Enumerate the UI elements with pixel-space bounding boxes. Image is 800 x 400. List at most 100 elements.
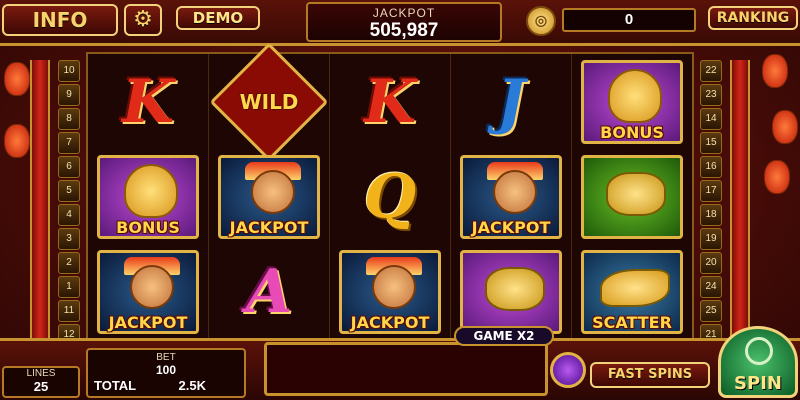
fast-spins-toggle[interactable] bbox=[550, 352, 586, 388]
payline-number: 22 bbox=[700, 60, 722, 82]
lantern-decoration bbox=[762, 54, 788, 88]
bet-value: 100 bbox=[155, 363, 177, 377]
reel-cell: JACKPOT bbox=[209, 149, 329, 244]
reel-cell: SCATTER bbox=[572, 245, 692, 340]
symbol-letter: A bbox=[245, 257, 293, 328]
win-message-box bbox=[264, 342, 548, 396]
payline-number: 23 bbox=[700, 84, 722, 106]
lantern-decoration bbox=[772, 110, 798, 144]
reel-column: K BONUS JACKPOT bbox=[88, 54, 209, 340]
payline-number: 8 bbox=[58, 108, 80, 130]
top-bar: INFO ⚙ DEMO JACKPOT 505,987 ◎ 0 RANKING bbox=[0, 0, 800, 46]
jackpot-display: JACKPOT 505,987 bbox=[306, 2, 502, 42]
reel-cell: Q bbox=[330, 149, 450, 244]
reel-cell: WILD bbox=[209, 42, 329, 162]
reel-cell: BONUS bbox=[88, 149, 208, 244]
reel-cell: K bbox=[88, 54, 208, 149]
symbol-wild: WILD bbox=[209, 42, 329, 162]
symbol-k: K bbox=[338, 60, 442, 144]
payline-number: 9 bbox=[58, 84, 80, 106]
symbol-j: J bbox=[459, 60, 563, 144]
payline-number: 16 bbox=[700, 156, 722, 178]
ranking-button[interactable]: RANKING bbox=[708, 6, 798, 30]
fortune-god-icon bbox=[493, 169, 537, 214]
fast-spins-button[interactable]: FAST SPINS bbox=[590, 362, 710, 388]
gear-icon: ⚙ bbox=[133, 7, 153, 32]
demo-badge: DEMO bbox=[176, 6, 260, 30]
payline-number: 7 bbox=[58, 132, 80, 154]
reel-column: J JACKPOT bbox=[451, 54, 572, 340]
lines-label: LINES bbox=[26, 368, 56, 379]
symbol-letter: Q bbox=[363, 161, 417, 232]
reel-column: BONUS SCATTER bbox=[572, 54, 692, 340]
symbol-label: SCATTER bbox=[592, 313, 672, 333]
right-pillar bbox=[730, 60, 750, 350]
symbol-jackpot: JACKPOT bbox=[459, 154, 563, 239]
symbol-label: JACKPOT bbox=[471, 217, 551, 237]
golden-fish-icon bbox=[600, 269, 670, 308]
total-value: 2.5K bbox=[178, 378, 206, 393]
symbol-scatter: SCATTER bbox=[580, 250, 684, 335]
reel-cell: J bbox=[451, 54, 571, 149]
payline-number: 10 bbox=[58, 60, 80, 82]
symbol-label: WILD bbox=[239, 89, 299, 114]
info-button[interactable]: INFO bbox=[2, 4, 118, 36]
settings-button[interactable]: ⚙ bbox=[124, 4, 162, 36]
spin-button[interactable]: SPIN bbox=[718, 326, 798, 398]
reel-cell bbox=[572, 149, 692, 244]
spin-label: SPIN bbox=[734, 373, 782, 394]
reel-cell: JACKPOT bbox=[451, 149, 571, 244]
fortune-god-icon bbox=[251, 169, 295, 214]
symbol-gold-ingots bbox=[580, 154, 684, 239]
payline-number: 1 bbox=[58, 276, 80, 298]
lines-value: 25 bbox=[33, 379, 49, 394]
lucky-cat-icon bbox=[124, 163, 178, 218]
symbol-label: JACKPOT bbox=[350, 313, 430, 333]
reel-cell: A bbox=[209, 245, 329, 340]
payline-number: 5 bbox=[58, 180, 80, 202]
payline-number: 18 bbox=[700, 204, 722, 226]
symbol-bonus: BONUS bbox=[580, 59, 684, 144]
payline-number: 20 bbox=[700, 252, 722, 274]
fortune-god-icon bbox=[130, 265, 174, 310]
reel-cell: JACKPOT bbox=[330, 245, 450, 340]
bet-panel[interactable]: BET 100 TOTAL 2.5K bbox=[86, 348, 246, 398]
symbol-tile bbox=[581, 154, 683, 239]
payline-number: 6 bbox=[58, 156, 80, 178]
payline-number: 25 bbox=[700, 300, 722, 322]
symbol-letter: K bbox=[363, 66, 417, 137]
symbol-label: JACKPOT bbox=[108, 313, 188, 333]
payline-number: 14 bbox=[700, 108, 722, 130]
jackpot-value: 505,987 bbox=[369, 20, 439, 41]
spin-arrows-icon bbox=[745, 337, 773, 365]
bet-label: BET bbox=[156, 352, 176, 363]
symbol-letter: J bbox=[496, 66, 526, 137]
jackpot-label: JACKPOT bbox=[372, 6, 436, 20]
lantern-decoration bbox=[764, 160, 790, 194]
symbol-jackpot: JACKPOT bbox=[338, 250, 442, 335]
symbol-jackpot: JACKPOT bbox=[217, 154, 321, 239]
payline-numbers-right: 22 23 14 15 16 17 18 19 20 24 25 21 bbox=[700, 60, 722, 348]
payline-number: 15 bbox=[700, 132, 722, 154]
reel-cell: JACKPOT bbox=[88, 245, 208, 340]
symbol-letter: K bbox=[121, 66, 175, 137]
reel-column: K Q JACKPOT bbox=[330, 54, 451, 340]
coin-icon: ◎ bbox=[526, 6, 556, 36]
symbol-jackpot: JACKPOT bbox=[96, 250, 200, 335]
symbol-tile bbox=[460, 250, 562, 335]
coins-icon bbox=[485, 267, 545, 312]
lines-display: LINES 25 bbox=[2, 366, 80, 398]
reel-cell: K bbox=[330, 54, 450, 149]
reel-column: WILD JACKPOT A bbox=[209, 42, 330, 340]
payline-number: 3 bbox=[58, 228, 80, 250]
symbol-bonus: BONUS bbox=[96, 154, 200, 239]
payline-number: 2 bbox=[58, 252, 80, 274]
lantern-decoration bbox=[4, 62, 30, 96]
symbol-label: BONUS bbox=[600, 122, 664, 142]
gold-ingot-icon bbox=[606, 171, 666, 216]
payline-number: 4 bbox=[58, 204, 80, 226]
symbol-q: Q bbox=[338, 155, 442, 239]
total-row: TOTAL 2.5K bbox=[94, 378, 240, 393]
left-pillar bbox=[30, 60, 50, 350]
payline-numbers-left: 10987654321111213 bbox=[58, 60, 80, 372]
